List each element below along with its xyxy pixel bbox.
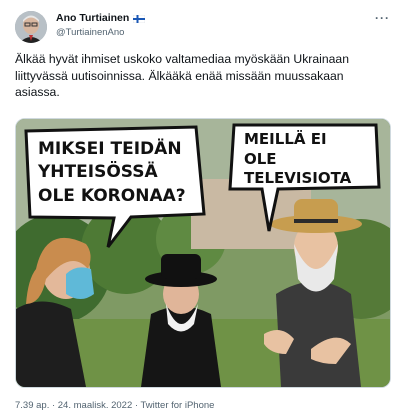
tweet-text: Älkää hyvät ihmiset uskoko valtamediaa m… [15,52,349,99]
more-options-icon[interactable]: ··· [375,11,390,25]
tweet-image[interactable]: MIKSEI TEIDÄN YHTEISÖSSÄ OLE KORONAA? ME… [15,118,391,388]
left-bubble-line-1: MIKSEI TEIDÄN [38,137,182,159]
left-bubble-line-2: YHTEISÖSSÄ [37,160,158,182]
avatar[interactable] [15,11,47,43]
tweet[interactable]: Ano Turtiainen @TurtiainenAno ··· Älkää … [0,0,405,420]
author-handle[interactable]: @TurtiainenAno [56,27,124,38]
left-bubble-line-3: OLE KORONAA? [38,186,186,206]
tweet-timestamp[interactable]: 7.39 ap. · 24. maalisk. 2022 · Twitter f… [15,400,214,411]
finland-flag-icon [133,14,146,24]
right-bubble-line-1: MEILLÄ EI [244,129,327,148]
right-bubble-line-3: TELEVISIOTA [244,169,352,187]
right-bubble-line-2: OLE [244,150,277,168]
author-name[interactable]: Ano Turtiainen [56,12,129,24]
